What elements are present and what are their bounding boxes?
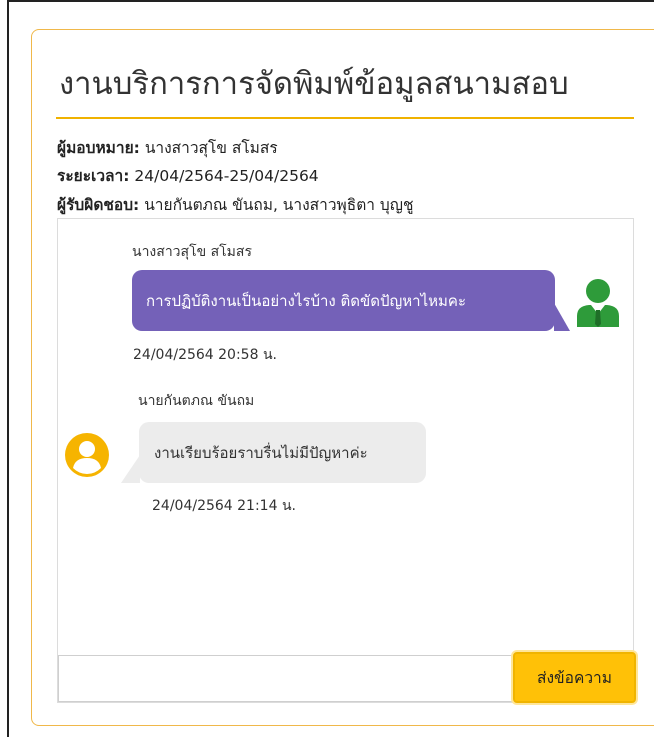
responsible-row: ผู้รับผิดชอบ: นายกันตภณ ขันถม, นางสาวพุธ… (57, 192, 413, 217)
title-divider (56, 117, 634, 119)
period-row: ระยะเวลา: 24/04/2564-25/04/2564 (57, 163, 319, 188)
message-sender: นางสาวสุโข สโมสร (132, 244, 252, 260)
message-text: งานเรียบร้อยราบรื่นไม่มีปัญหาค่ะ (154, 443, 368, 462)
bubble-tail (554, 303, 570, 331)
period-value: 24/04/2564-25/04/2564 (134, 167, 319, 185)
message-text: การปฏิบัติงานเป็นอย่างไรบ้าง ติดขัดปัญหา… (146, 291, 467, 310)
send-message-button[interactable]: ส่งข้อความ (513, 652, 636, 703)
window-frame-left (7, 0, 9, 737)
assigner-value: นางสาวสุโข สโมสร (144, 139, 278, 157)
message-sender: นายกันตภณ ขันถม (138, 393, 255, 409)
assigner-label: ผู้มอบหมาย: (57, 139, 140, 157)
period-label: ระยะเวลา: (57, 167, 130, 185)
assigner-row: ผู้มอบหมาย: นางสาวสุโข สโมสร (57, 135, 278, 160)
message-input[interactable] (58, 655, 513, 702)
message-timestamp: 24/04/2564 20:58 น. (133, 347, 277, 363)
responsible-label: ผู้รับผิดชอบ: (57, 196, 140, 214)
message-bubble-outgoing: การปฏิบัติงานเป็นอย่างไรบ้าง ติดขัดปัญหา… (132, 270, 555, 331)
page-title: งานบริการการจัดพิมพ์ข้อมูลสนามสอบ (59, 66, 569, 102)
responsible-value: นายกันตภณ ขันถม, นางสาวพุธิตา บุญชู (144, 196, 414, 214)
message-timestamp: 24/04/2564 21:14 น. (152, 498, 296, 514)
user-tie-icon (577, 279, 619, 327)
bubble-tail (121, 455, 140, 483)
message-bubble-incoming: งานเรียบร้อยราบรื่นไม่มีปัญหาค่ะ (139, 422, 426, 483)
window-frame-top (7, 0, 654, 2)
user-circle-icon (65, 433, 109, 477)
